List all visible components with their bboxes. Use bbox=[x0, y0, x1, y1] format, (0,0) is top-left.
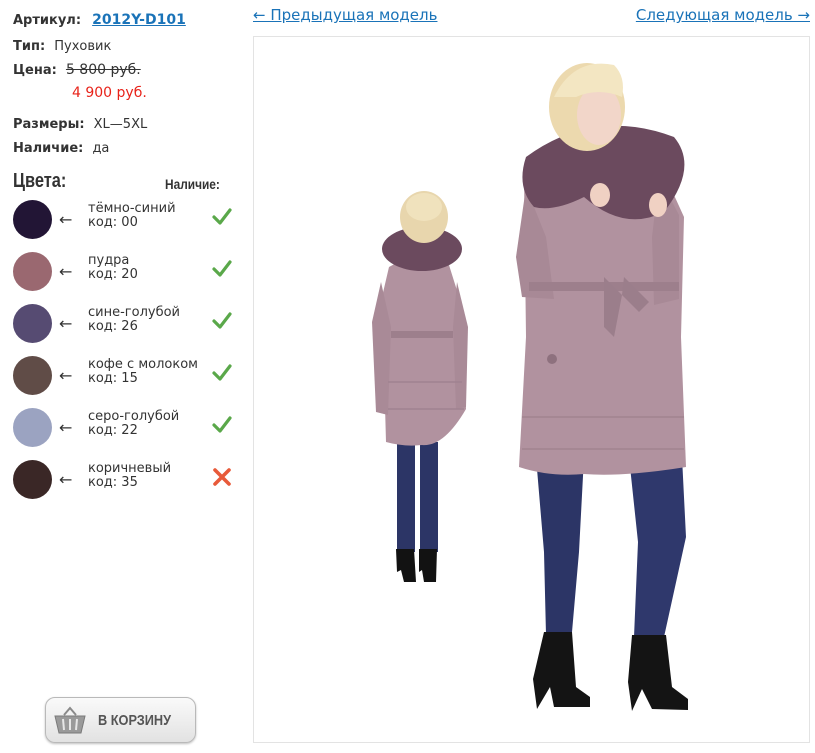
color-swatch[interactable] bbox=[13, 252, 52, 291]
next-model-link[interactable]: Следующая модель → bbox=[636, 6, 810, 24]
arrow-left-icon: ← bbox=[59, 418, 73, 437]
sizes-value: XL—5XL bbox=[93, 117, 148, 132]
product-photo-panel bbox=[253, 36, 810, 743]
new-price: 4 900 руб. bbox=[72, 85, 147, 101]
stock-row: Наличие: да bbox=[13, 137, 109, 156]
arrow-left-icon: ← bbox=[59, 210, 73, 229]
price-row: Цена: 5 800 руб. bbox=[13, 59, 141, 78]
color-swatch[interactable] bbox=[13, 460, 52, 499]
color-code: код: 15 bbox=[88, 371, 138, 386]
check-icon bbox=[212, 312, 232, 329]
check-icon bbox=[212, 416, 232, 433]
sku-label: Артикул: bbox=[13, 13, 82, 28]
color-name: сине-голубой bbox=[88, 305, 180, 320]
availability-heading: Наличие: bbox=[165, 176, 220, 192]
colors-heading: Цвета: bbox=[13, 170, 67, 192]
add-to-cart-label: В КОРЗИНУ bbox=[98, 712, 172, 729]
color-swatch[interactable] bbox=[13, 408, 52, 447]
check-icon bbox=[212, 364, 232, 381]
stock-label: Наличие: bbox=[13, 141, 84, 156]
type-value: Пуховик bbox=[54, 39, 112, 54]
color-code: код: 20 bbox=[88, 267, 138, 282]
sku-row: Артикул: 2012Y-D101 bbox=[13, 9, 186, 28]
color-name: пудра bbox=[88, 253, 130, 268]
color-code: код: 26 bbox=[88, 319, 138, 334]
color-swatch[interactable] bbox=[13, 200, 52, 239]
arrow-left-icon: ← bbox=[59, 366, 73, 385]
basket-icon bbox=[54, 706, 86, 734]
arrow-left-icon: ← bbox=[59, 314, 73, 333]
color-code: код: 35 bbox=[88, 475, 138, 490]
old-price: 5 800 руб. bbox=[65, 62, 141, 78]
sizes-row: Размеры: XL—5XL bbox=[13, 113, 147, 132]
color-swatch[interactable] bbox=[13, 304, 52, 343]
arrow-left-icon: ← bbox=[59, 470, 73, 489]
sizes-label: Размеры: bbox=[13, 117, 85, 132]
color-name: серо-голубой bbox=[88, 409, 180, 424]
color-name: кофе с молоком bbox=[88, 357, 198, 372]
add-to-cart-button[interactable]: В КОРЗИНУ bbox=[45, 697, 196, 743]
color-swatch[interactable] bbox=[13, 356, 52, 395]
stock-value: да bbox=[92, 141, 110, 156]
arrow-left-icon: ← bbox=[59, 262, 73, 281]
color-name: коричневый bbox=[88, 461, 172, 476]
product-photo[interactable] bbox=[254, 37, 809, 742]
back-view-figure bbox=[372, 191, 468, 582]
new-price-row: 4 900 руб. bbox=[72, 82, 147, 101]
sku-link[interactable]: 2012Y-D101 bbox=[92, 12, 186, 28]
color-code: код: 00 bbox=[88, 215, 138, 230]
color-name: тёмно-синий bbox=[88, 201, 176, 216]
check-icon bbox=[212, 208, 232, 225]
front-view-figure bbox=[516, 63, 688, 711]
price-label: Цена: bbox=[13, 63, 57, 78]
type-row: Тип: Пуховик bbox=[13, 35, 111, 54]
type-label: Тип: bbox=[13, 39, 46, 54]
color-code: код: 22 bbox=[88, 423, 138, 438]
prev-model-link[interactable]: ← Предыдущая модель bbox=[253, 6, 437, 24]
check-icon bbox=[212, 260, 232, 277]
cross-icon bbox=[213, 468, 231, 486]
